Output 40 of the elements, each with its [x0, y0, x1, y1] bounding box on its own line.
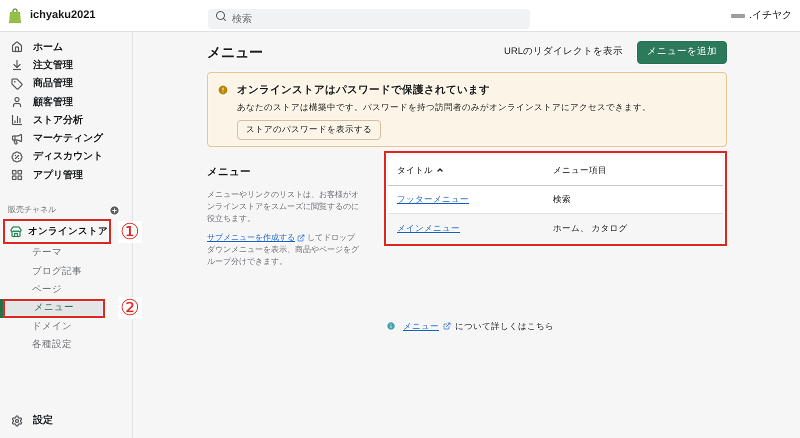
column-header: メニュー項目: [553, 164, 607, 176]
section-note: サブメニューを作成する してドロップダウンメニューを表示、商品やページをグループ分けできます。: [207, 232, 360, 268]
nav-item[interactable]: ディスカウント: [0, 148, 132, 166]
learn-more-text: について詳しくはこちら: [455, 320, 554, 332]
menu-link[interactable]: メインメニュー: [397, 222, 460, 233]
nav-subitem[interactable]: テーマ: [3, 244, 105, 263]
learn-more-link[interactable]: メニュー: [403, 320, 439, 332]
nav-item[interactable]: オンラインストア: [3, 219, 111, 244]
nav-subitem[interactable]: ブログ記事: [3, 262, 105, 281]
nav-item[interactable]: 商品管理: [0, 74, 132, 93]
page-title: メニュー: [207, 42, 263, 62]
section-description: メニューやリンクのリストは、お客様がオンラインストアをスムーズに閲覧するのに役立ちます。: [207, 188, 360, 225]
nav-item[interactable]: 注文管理: [0, 56, 132, 75]
table-cell: 検索: [553, 193, 571, 206]
circled-number: ①: [118, 220, 142, 243]
store-name[interactable]: ichyaku2021: [30, 7, 96, 24]
show-password-button[interactable]: ストアのパスワードを表示する: [237, 120, 381, 140]
table-cell: ホーム、 カタログ: [553, 222, 628, 234]
account-name[interactable]: .イチヤク: [749, 8, 792, 23]
nav-item[interactable]: 設定: [0, 413, 132, 428]
redirect-link[interactable]: URLのリダイレクトを表示: [504, 44, 623, 60]
nav-subitem[interactable]: ドメイン: [3, 318, 105, 336]
nav-item[interactable]: ストア分析: [0, 111, 132, 130]
nav-item[interactable]: マーケティング: [0, 129, 132, 148]
menu-link[interactable]: フッターメニュー: [397, 194, 469, 204]
nav-subitem[interactable]: 各種設定: [3, 336, 105, 354]
circled-number: ②: [118, 297, 142, 320]
section-heading: 販売チャネル: [8, 204, 56, 216]
search-field[interactable]: 検索: [208, 9, 530, 29]
column-header[interactable]: タイトル: [388, 164, 553, 176]
nav-item[interactable]: アプリ管理: [0, 166, 132, 184]
submenu-link[interactable]: サブメニューを作成する: [207, 232, 295, 242]
banner-title: オンラインストアはパスワードで保護されています: [237, 83, 490, 98]
nav-subitem[interactable]: メニュー: [3, 299, 105, 318]
nav-subitem[interactable]: ページ: [3, 280, 105, 300]
section-title: メニュー: [207, 165, 252, 180]
banner-text: あなたのストアは構築中です。パスワードを持つ訪問者のみがオンラインストアにアクセスできます。: [237, 100, 651, 114]
nav-item[interactable]: 顧客管理: [0, 92, 132, 112]
add-menu-button[interactable]: メニューを追加: [637, 40, 727, 64]
nav-item[interactable]: ホーム: [0, 38, 132, 56]
